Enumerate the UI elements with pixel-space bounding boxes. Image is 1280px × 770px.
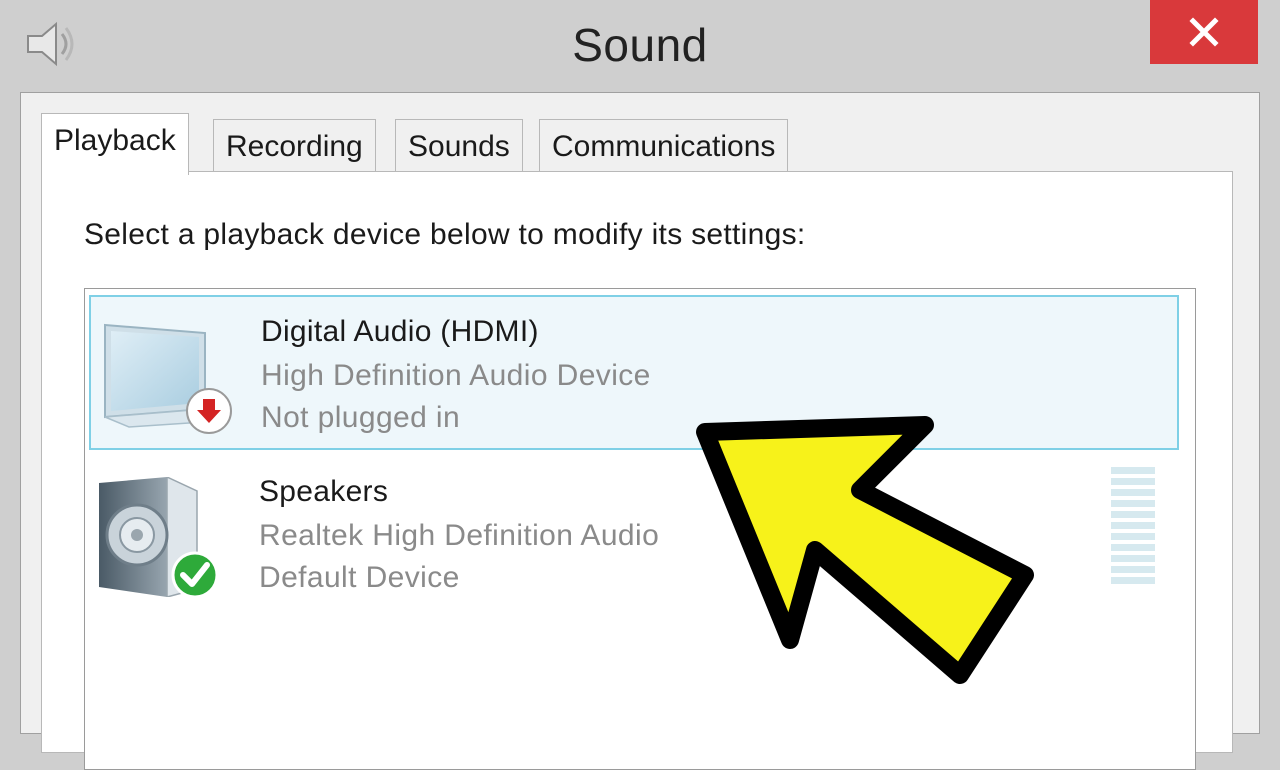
- title-bar: Sound: [0, 0, 1280, 92]
- sound-dialog: Playback Recording Sounds Communications…: [20, 92, 1260, 770]
- device-item-speakers[interactable]: Speakers Realtek High Definition Audio D…: [89, 457, 1179, 612]
- tab-communications[interactable]: Communications: [539, 119, 789, 171]
- close-icon: [1189, 17, 1219, 47]
- playback-panel: Select a playback device below to modify…: [41, 171, 1233, 770]
- speaker-icon: [99, 477, 219, 597]
- tab-sounds[interactable]: Sounds: [395, 119, 523, 171]
- default-check-icon: [171, 551, 219, 597]
- device-description: Realtek High Definition Audio: [259, 519, 660, 552]
- device-name: Speakers: [259, 475, 389, 508]
- close-button[interactable]: [1150, 0, 1258, 64]
- volume-level-meter: [1111, 467, 1157, 597]
- device-status: Not plugged in: [261, 401, 461, 434]
- monitor-icon: [104, 323, 232, 434]
- tab-recording[interactable]: Recording: [213, 119, 376, 171]
- instruction-text: Select a playback device below to modify…: [84, 218, 806, 251]
- device-name: Digital Audio (HDMI): [261, 315, 539, 348]
- window-title: Sound: [572, 19, 708, 71]
- device-item-hdmi[interactable]: Digital Audio (HDMI) High Definition Aud…: [89, 295, 1179, 450]
- device-status: Default Device: [259, 561, 460, 594]
- unplugged-arrow-icon: [186, 388, 232, 434]
- device-list[interactable]: Digital Audio (HDMI) High Definition Aud…: [84, 288, 1196, 770]
- tab-playback[interactable]: Playback: [41, 113, 189, 175]
- device-description: High Definition Audio Device: [261, 359, 651, 392]
